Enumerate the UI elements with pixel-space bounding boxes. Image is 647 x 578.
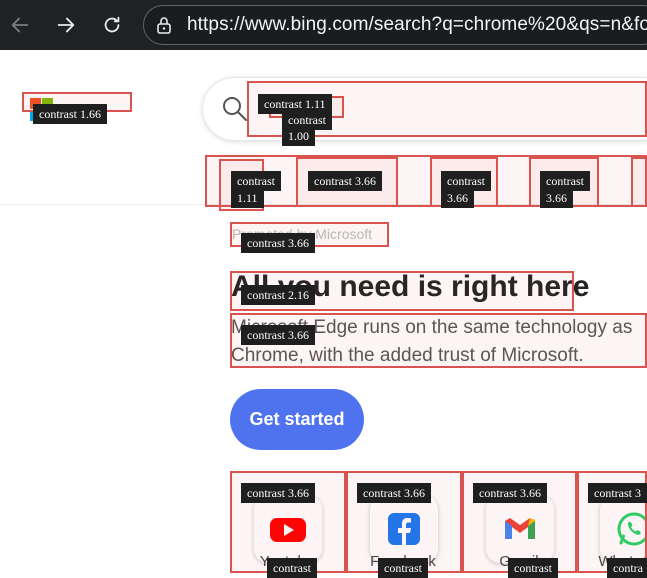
app-label: Gmail xyxy=(499,553,539,570)
browser-toolbar: https://www.bing.com/search?q=chrome%20&… xyxy=(0,0,647,50)
lock-icon xyxy=(157,17,171,34)
app-label: Youtube xyxy=(259,553,315,570)
tab-videos[interactable] xyxy=(532,168,596,192)
ad-subtext: Microsoft Edge runs on the same technolo… xyxy=(231,317,633,366)
search-input[interactable] xyxy=(262,90,646,128)
app-tile-youtube[interactable]: Youtube xyxy=(232,473,342,573)
reload-icon xyxy=(104,16,120,33)
reload-button[interactable] xyxy=(97,10,127,40)
tab-images[interactable] xyxy=(433,168,497,192)
get-started-button[interactable]: Get started xyxy=(230,389,364,450)
search-icon[interactable] xyxy=(221,95,249,123)
tabs-divider xyxy=(0,204,647,205)
bing-logo[interactable] xyxy=(30,98,54,122)
logo-square-green xyxy=(42,98,53,109)
url-text: https://www.bing.com/search?q=chrome%20&… xyxy=(187,14,647,35)
tab-all[interactable] xyxy=(222,168,264,192)
app-tile-facebook[interactable]: Facebook xyxy=(348,473,458,573)
logo-square-blue xyxy=(30,110,41,121)
tab-search[interactable] xyxy=(300,168,396,192)
ad-headline: All you need is right here xyxy=(231,270,590,303)
forward-button[interactable] xyxy=(51,10,81,40)
promoted-label: Promoted by Microsoft xyxy=(232,226,373,242)
forward-arrow-icon xyxy=(57,17,75,33)
app-tile-whatsapp[interactable]: WhatsApp xyxy=(578,473,647,573)
address-bar[interactable]: https://www.bing.com/search?q=chrome%20&… xyxy=(143,5,647,45)
back-arrow-icon xyxy=(11,17,29,33)
logo-square-yellow xyxy=(42,110,53,121)
logo-square-red xyxy=(30,98,41,109)
app-label: Facebook xyxy=(370,553,436,570)
app-tile-gmail[interactable]: Gmail xyxy=(464,473,574,573)
app-label: WhatsApp xyxy=(598,553,647,570)
back-button[interactable] xyxy=(5,10,35,40)
